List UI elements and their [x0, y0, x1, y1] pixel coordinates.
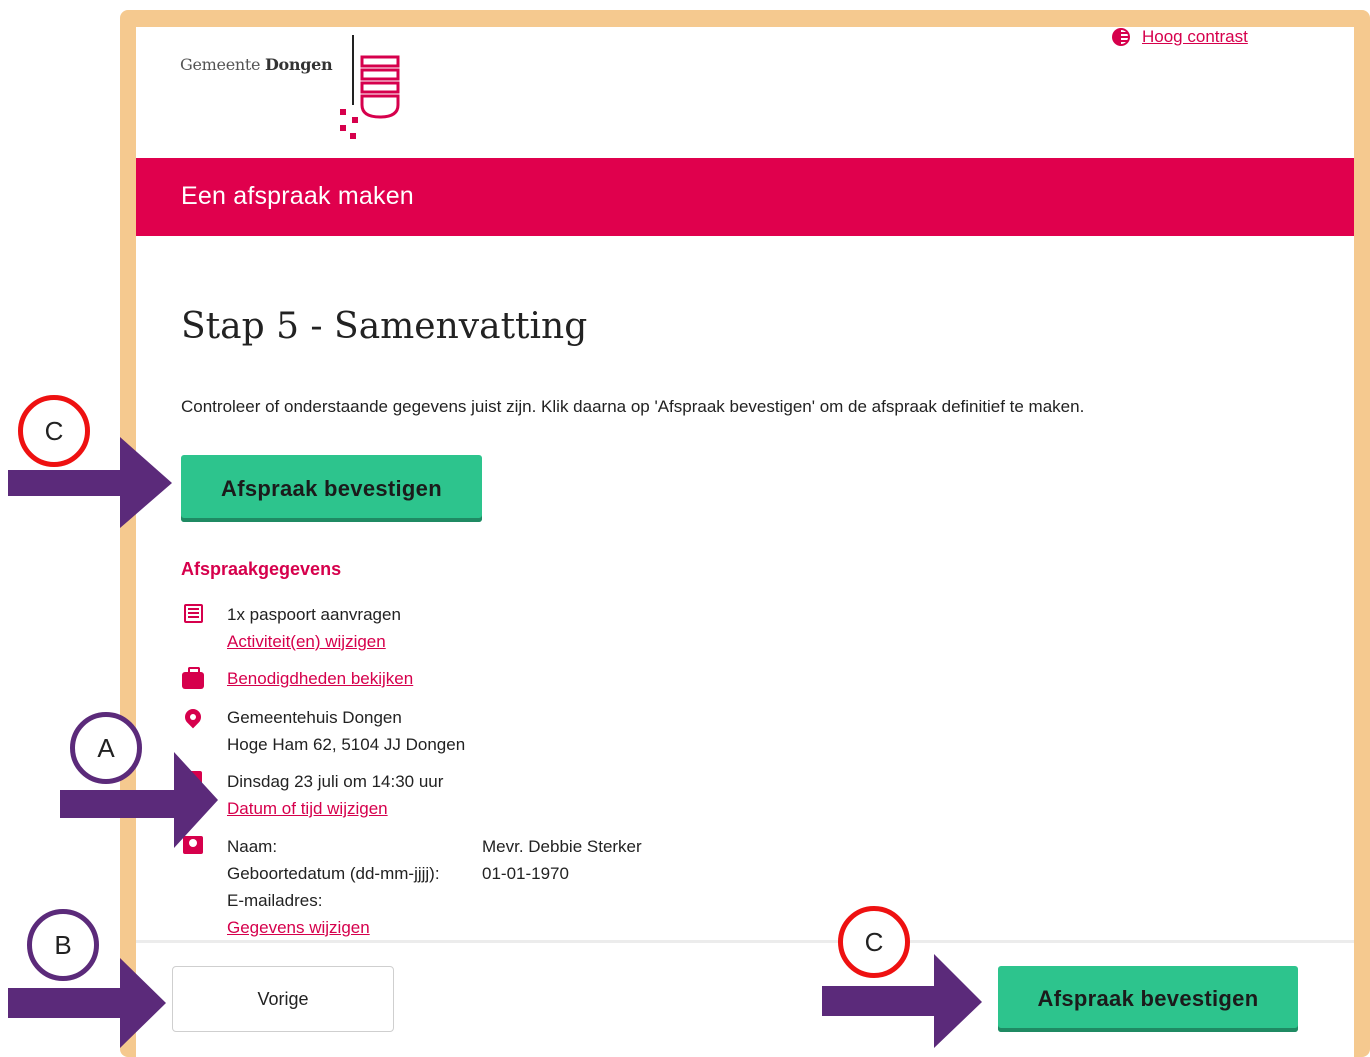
- annotation-label-a: A: [70, 712, 142, 784]
- annotation-label-c-top: C: [18, 395, 90, 467]
- annotation-label-b: B: [27, 909, 99, 981]
- annotation-arrows: [8, 437, 982, 1048]
- arrow-c-bottom: [822, 954, 982, 1048]
- annotation-label-c-bottom: C: [838, 906, 910, 978]
